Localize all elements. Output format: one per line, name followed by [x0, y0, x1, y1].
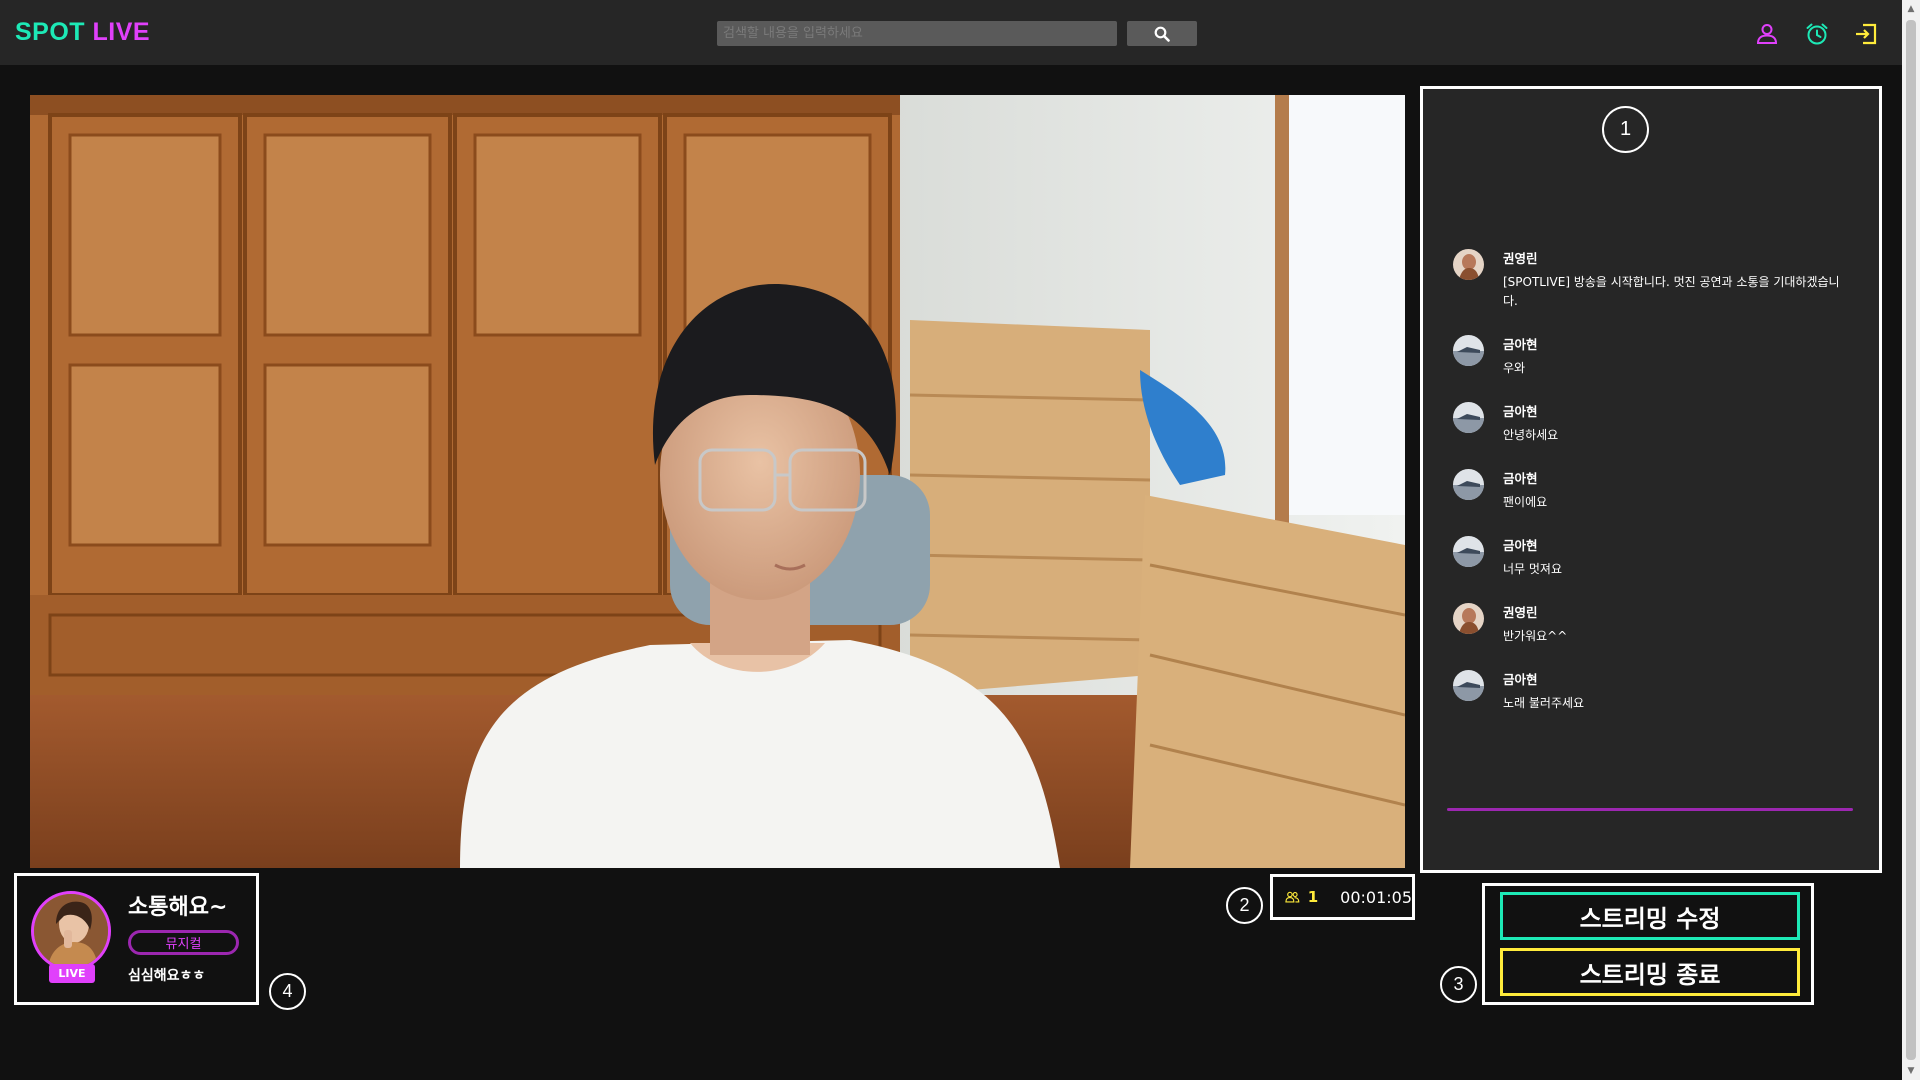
- chat-panel: 권영린 [SPOTLIVE] 방송을 시작합니다. 멋진 공연과 소통을 기대하겠…: [1420, 86, 1882, 873]
- chat-avatar[interactable]: [1453, 603, 1484, 634]
- chat-message-text: 우와: [1503, 361, 1526, 375]
- logo-spot: SPOT: [15, 18, 86, 46]
- chat-username: 권영린: [1503, 605, 1538, 620]
- chat-message-text: [SPOTLIVE] 방송을 시작합니다. 멋진 공연과 소통을 기대하겠습니다…: [1503, 275, 1840, 308]
- chat-input-line[interactable]: [1447, 808, 1853, 811]
- edit-stream-button[interactable]: 스트리밍 수정: [1500, 892, 1800, 940]
- category-badge[interactable]: 뮤지컬: [128, 930, 239, 955]
- page-scrollbar[interactable]: ▲ ▼: [1902, 0, 1920, 1080]
- streamer-avatar[interactable]: [31, 891, 111, 971]
- chat-avatar[interactable]: [1453, 402, 1484, 433]
- chat-avatar[interactable]: [1453, 335, 1484, 366]
- chat-message: 금아현노래 불러주세요: [1453, 670, 1853, 713]
- video-frame: [30, 95, 1405, 868]
- user-icon[interactable]: [1753, 20, 1781, 48]
- logo[interactable]: SPOT LIVE: [15, 18, 150, 47]
- scroll-thumb[interactable]: [1906, 20, 1916, 1060]
- chat-username: 금아현: [1503, 337, 1538, 352]
- chat-message-text: 팬이에요: [1503, 495, 1548, 509]
- chat-username: 금아현: [1503, 471, 1538, 486]
- scroll-down-icon[interactable]: ▼: [1902, 1062, 1920, 1080]
- chat-avatar[interactable]: [1453, 249, 1484, 280]
- marker-4: 4: [269, 973, 306, 1010]
- chat-message: 금아현팬이에요: [1453, 469, 1853, 512]
- alarm-clock-icon[interactable]: [1803, 20, 1831, 48]
- live-video[interactable]: [30, 95, 1405, 868]
- viewer-stats: 1 00:01:05: [1270, 874, 1415, 920]
- chat-message-text: 안녕하세요: [1503, 428, 1559, 442]
- search-icon: [1154, 26, 1170, 42]
- top-header: SPOT LIVE: [0, 0, 1902, 65]
- stream-title: 소통해요~: [128, 895, 228, 920]
- chat-message: 금아현우와: [1453, 335, 1853, 378]
- live-badge: LIVE: [49, 964, 95, 983]
- end-stream-button[interactable]: 스트리밍 종료: [1500, 948, 1800, 996]
- chat-message: 금아현안녕하세요: [1453, 402, 1853, 445]
- chat-avatar[interactable]: [1453, 670, 1484, 701]
- logout-icon[interactable]: [1852, 20, 1880, 48]
- chat-avatar[interactable]: [1453, 536, 1484, 567]
- chat-username: 금아현: [1503, 672, 1538, 687]
- stream-controls: 스트리밍 수정 스트리밍 종료: [1482, 883, 1814, 1005]
- marker-1: 1: [1602, 106, 1649, 153]
- elapsed-time: 00:01:05: [1340, 887, 1412, 907]
- viewers-icon: [1285, 891, 1300, 903]
- chat-message-text: 반가워요^^: [1503, 629, 1568, 643]
- search-button[interactable]: [1127, 21, 1197, 46]
- chat-message-text: 노래 불러주세요: [1503, 696, 1585, 710]
- chat-username: 금아현: [1503, 404, 1538, 419]
- chat-avatar[interactable]: [1453, 469, 1484, 500]
- stream-description: 심심해요ㅎㅎ: [128, 968, 206, 984]
- marker-2: 2: [1226, 887, 1263, 924]
- viewer-count: 1: [1307, 888, 1319, 906]
- scroll-up-icon[interactable]: ▲: [1902, 0, 1920, 18]
- chat-message: 권영린반가워요^^: [1453, 603, 1853, 646]
- chat-username: 권영린: [1503, 251, 1538, 266]
- search-input[interactable]: [717, 21, 1117, 46]
- chat-username: 금아현: [1503, 538, 1538, 553]
- streamer-card: LIVE 소통해요~ 뮤지컬 심심해요ㅎㅎ: [14, 873, 259, 1005]
- chat-message-text: 너무 멋져요: [1503, 562, 1563, 576]
- logo-live: LIVE: [92, 18, 151, 46]
- chat-list: 권영린 [SPOTLIVE] 방송을 시작합니다. 멋진 공연과 소통을 기대하겠…: [1453, 249, 1853, 737]
- marker-3: 3: [1440, 966, 1477, 1003]
- chat-message: 금아현너무 멋져요: [1453, 536, 1853, 579]
- chat-message: 권영린 [SPOTLIVE] 방송을 시작합니다. 멋진 공연과 소통을 기대하겠…: [1453, 249, 1853, 311]
